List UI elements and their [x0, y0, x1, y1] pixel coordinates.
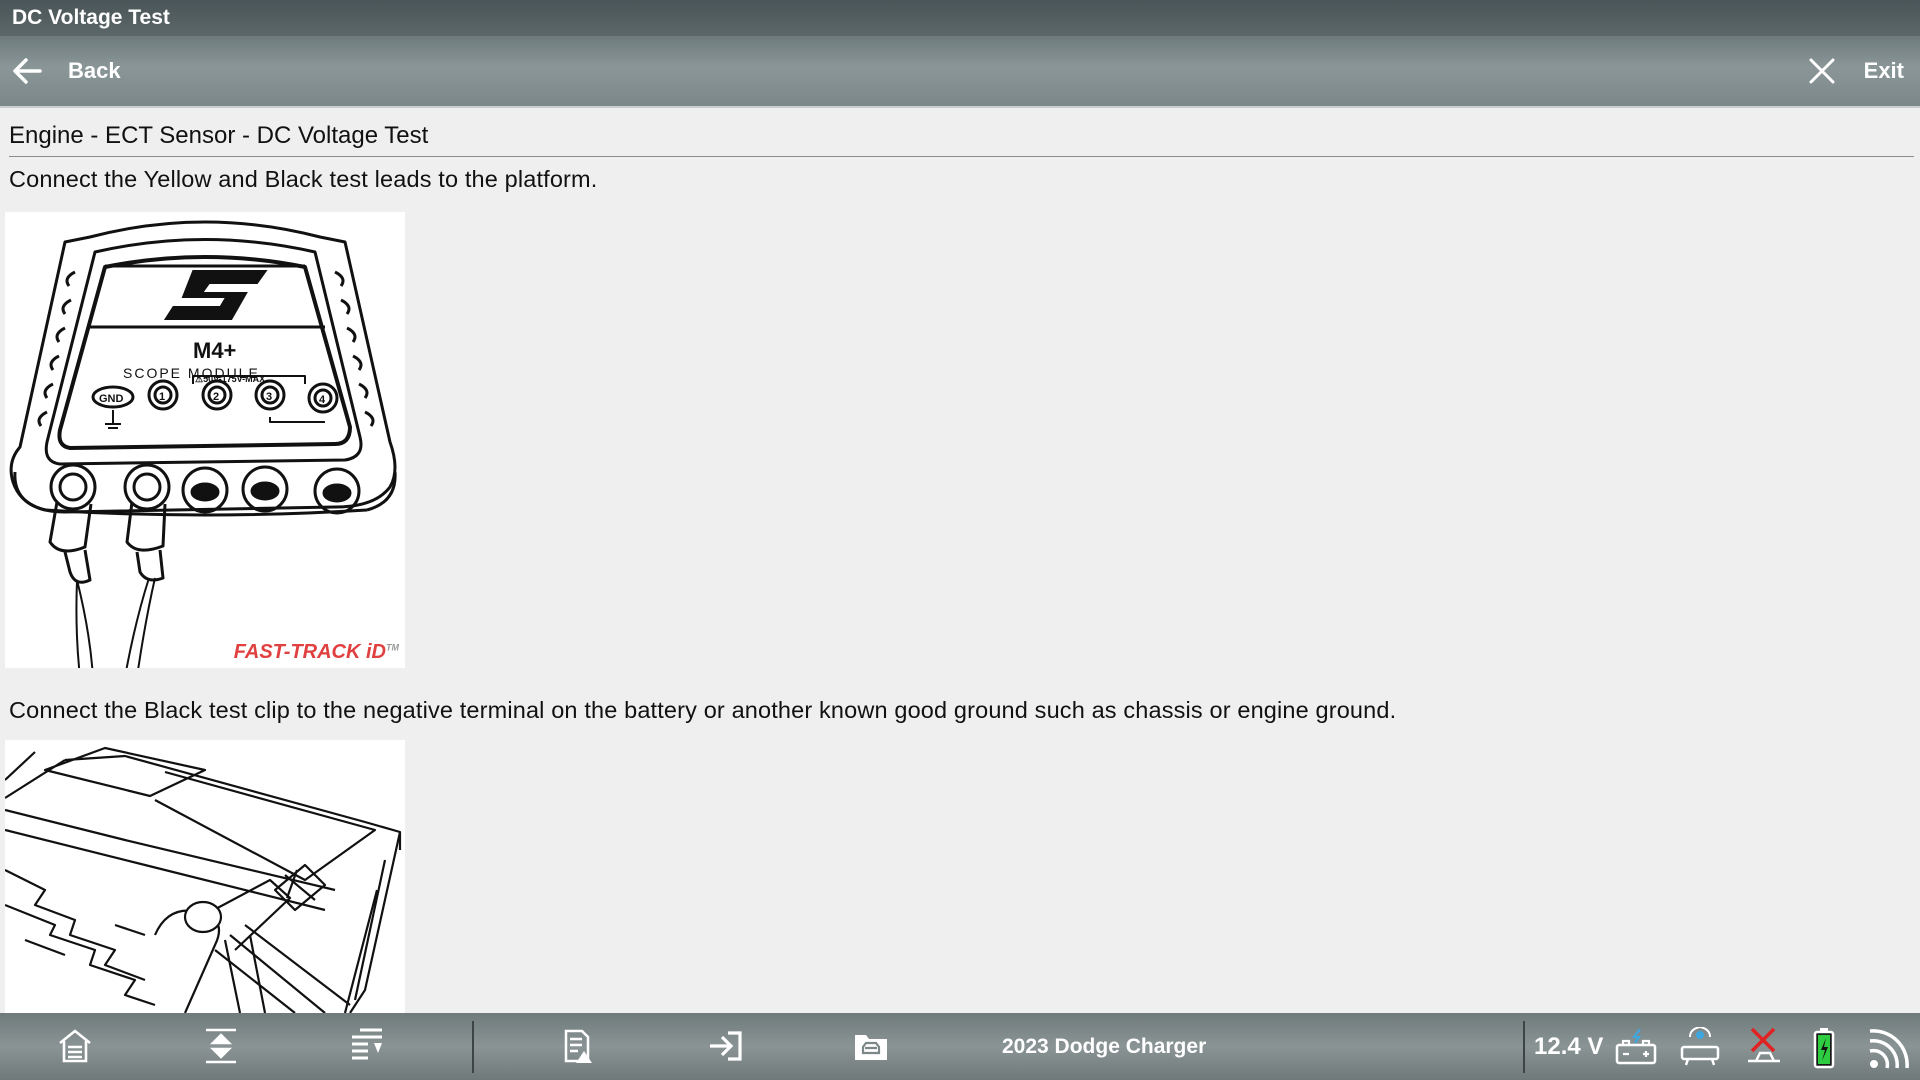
- port-1: 1: [159, 391, 165, 403]
- battery-clip-illustration: [5, 740, 405, 1013]
- scroll-top-icon[interactable]: [202, 1027, 240, 1070]
- scope-module-drawing: M4+ SCOPE MODULE ⚠50V-175V-MAX GND 1 2 3…: [9, 220, 397, 668]
- content-area[interactable]: Engine - ECT Sensor - DC Voltage Test Co…: [0, 108, 1920, 1013]
- back-button[interactable]: Back: [10, 36, 121, 106]
- port-4: 4: [319, 394, 326, 406]
- window-title: DC Voltage Test: [12, 6, 170, 29]
- instruction-step-2: Connect the Black test clip to the negat…: [9, 697, 1397, 723]
- module-name: M4+: [193, 338, 236, 363]
- back-label: Back: [68, 58, 121, 83]
- port-3: 3: [266, 391, 272, 403]
- home-icon[interactable]: [56, 1027, 94, 1070]
- scroll-bottom-icon[interactable]: [348, 1027, 386, 1070]
- fast-track-logo: FAST-TRACK iDTM: [233, 641, 399, 663]
- toolbar-divider: [1523, 1021, 1525, 1073]
- exit-button[interactable]: Exit: [1808, 36, 1904, 106]
- warning-label: ⚠50V-175V-MAX: [195, 374, 265, 384]
- battery-icon: [1812, 1027, 1836, 1074]
- title-bar: DC Voltage Test: [0, 0, 1920, 36]
- vci-icon[interactable]: [1678, 1026, 1722, 1072]
- import-icon[interactable]: [706, 1027, 744, 1070]
- scope-module-illustration: M4+ SCOPE MODULE ⚠50V-175V-MAX GND 1 2 3…: [5, 212, 405, 668]
- nav-bar: Back Exit: [0, 36, 1920, 108]
- exit-label: Exit: [1863, 58, 1904, 83]
- battery-clip-drawing: [5, 746, 402, 1013]
- bottom-toolbar: 2023 Dodge Charger 12.4 V: [0, 1013, 1920, 1080]
- port-gnd: GND: [99, 393, 124, 405]
- report-icon[interactable]: [560, 1027, 598, 1070]
- back-arrow-icon: [13, 58, 42, 84]
- instruction-step-1: Connect the Yellow and Black test leads …: [9, 166, 598, 192]
- section-title: Engine - ECT Sensor - DC Voltage Test: [9, 122, 1914, 157]
- battery-voltage: 12.4 V: [1534, 1033, 1604, 1060]
- disconnect-icon[interactable]: [1742, 1027, 1786, 1072]
- battery-connection-icon[interactable]: [1614, 1027, 1658, 1072]
- vehicle-folder-icon[interactable]: [852, 1027, 890, 1070]
- close-icon: [1809, 58, 1835, 84]
- wifi-icon[interactable]: [1866, 1027, 1910, 1074]
- port-2: 2: [213, 391, 219, 403]
- vehicle-label[interactable]: 2023 Dodge Charger: [1002, 1013, 1206, 1080]
- toolbar-divider: [472, 1021, 474, 1073]
